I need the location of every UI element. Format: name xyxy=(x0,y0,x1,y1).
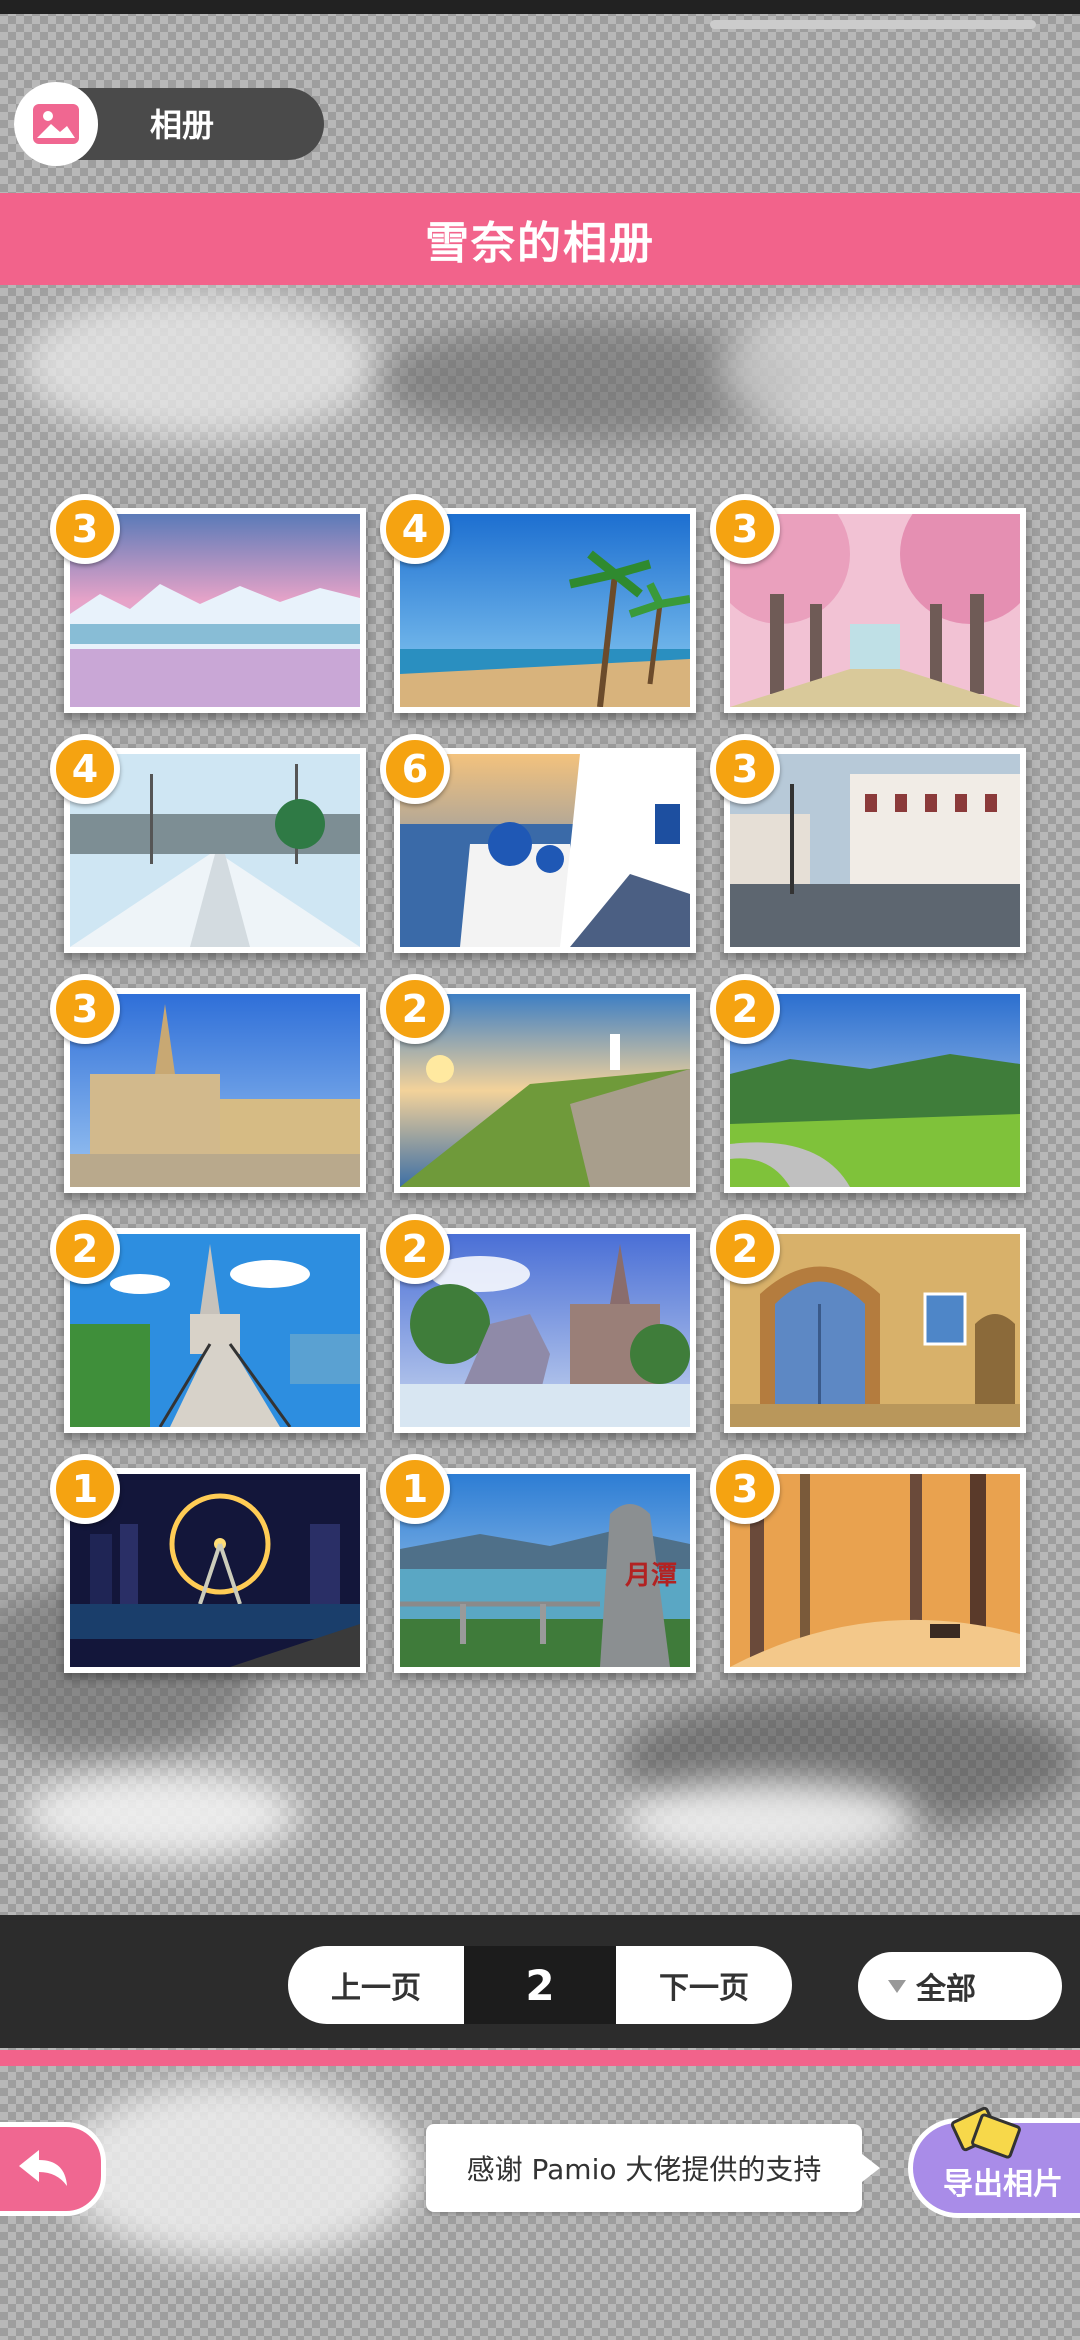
photo-card[interactable]: 3 xyxy=(710,1454,1026,1673)
photo-card[interactable]: 3 xyxy=(50,974,366,1193)
next-page-button[interactable]: 下一页 xyxy=(616,1946,792,2024)
prev-page-button[interactable]: 上一页 xyxy=(288,1946,464,2024)
photo-card[interactable]: 3 xyxy=(50,494,366,713)
support-tooltip: 感谢 Pamio 大佬提供的支持 xyxy=(426,2124,880,2212)
photo-card[interactable]: 3 xyxy=(710,494,1026,713)
photo-card[interactable]: 2 xyxy=(710,974,1026,1193)
album-title-banner: 雪奈的相册 xyxy=(0,193,1080,285)
home-indicator xyxy=(710,20,1036,29)
photo-count-badge: 3 xyxy=(710,1454,780,1524)
photo-count-badge: 6 xyxy=(380,734,450,804)
photo-card[interactable]: 6 xyxy=(380,734,696,953)
photo-card[interactable]: 2 xyxy=(380,974,696,1193)
photo-count-badge: 2 xyxy=(380,1214,450,1284)
photo-count-badge: 3 xyxy=(710,494,780,564)
photo-count-badge: 1 xyxy=(50,1454,120,1524)
photo-count-badge: 4 xyxy=(380,494,450,564)
export-label: 导出相片 xyxy=(943,2167,1063,2202)
photo-card[interactable]: 2 xyxy=(50,1214,366,1433)
chevron-down-icon xyxy=(888,1979,906,1993)
photo-count-badge: 3 xyxy=(50,494,120,564)
divider xyxy=(0,2050,1080,2066)
photo-card[interactable]: 1 xyxy=(50,1454,366,1673)
photo-card[interactable]: 2 xyxy=(710,1214,1026,1433)
page-title: 雪奈的相册 xyxy=(425,218,655,269)
photo-count-badge: 3 xyxy=(50,974,120,1044)
photo-card[interactable]: 3 xyxy=(710,734,1026,953)
photo-card[interactable]: 2 xyxy=(380,1214,696,1433)
filter-dropdown[interactable]: 全部 xyxy=(858,1952,1062,2020)
photo-count-badge: 2 xyxy=(710,1214,780,1284)
photo-count-badge: 2 xyxy=(380,974,450,1044)
status-bar xyxy=(0,0,1080,14)
photo-count-badge: 4 xyxy=(50,734,120,804)
photo-count-badge: 2 xyxy=(50,1214,120,1284)
photo-count-badge: 3 xyxy=(710,734,780,804)
current-page-indicator: 2 xyxy=(464,1946,616,2024)
photo-count-badge: 1 xyxy=(380,1454,450,1524)
photo-card[interactable]: 4 xyxy=(380,494,696,713)
back-button[interactable] xyxy=(0,2122,106,2216)
album-tag-label: 相册 xyxy=(150,106,215,144)
filter-label: 全部 xyxy=(916,1972,976,2007)
photo-card[interactable]: 月潭 1 xyxy=(380,1454,696,1673)
photo-card[interactable]: 4 xyxy=(50,734,366,953)
svg-text:月潭: 月潭 xyxy=(624,1561,677,1591)
album-photo-icon xyxy=(14,82,98,166)
photo-count-badge: 2 xyxy=(710,974,780,1044)
back-arrow-icon xyxy=(19,2150,67,2186)
photos-stack-icon xyxy=(950,2106,1021,2159)
